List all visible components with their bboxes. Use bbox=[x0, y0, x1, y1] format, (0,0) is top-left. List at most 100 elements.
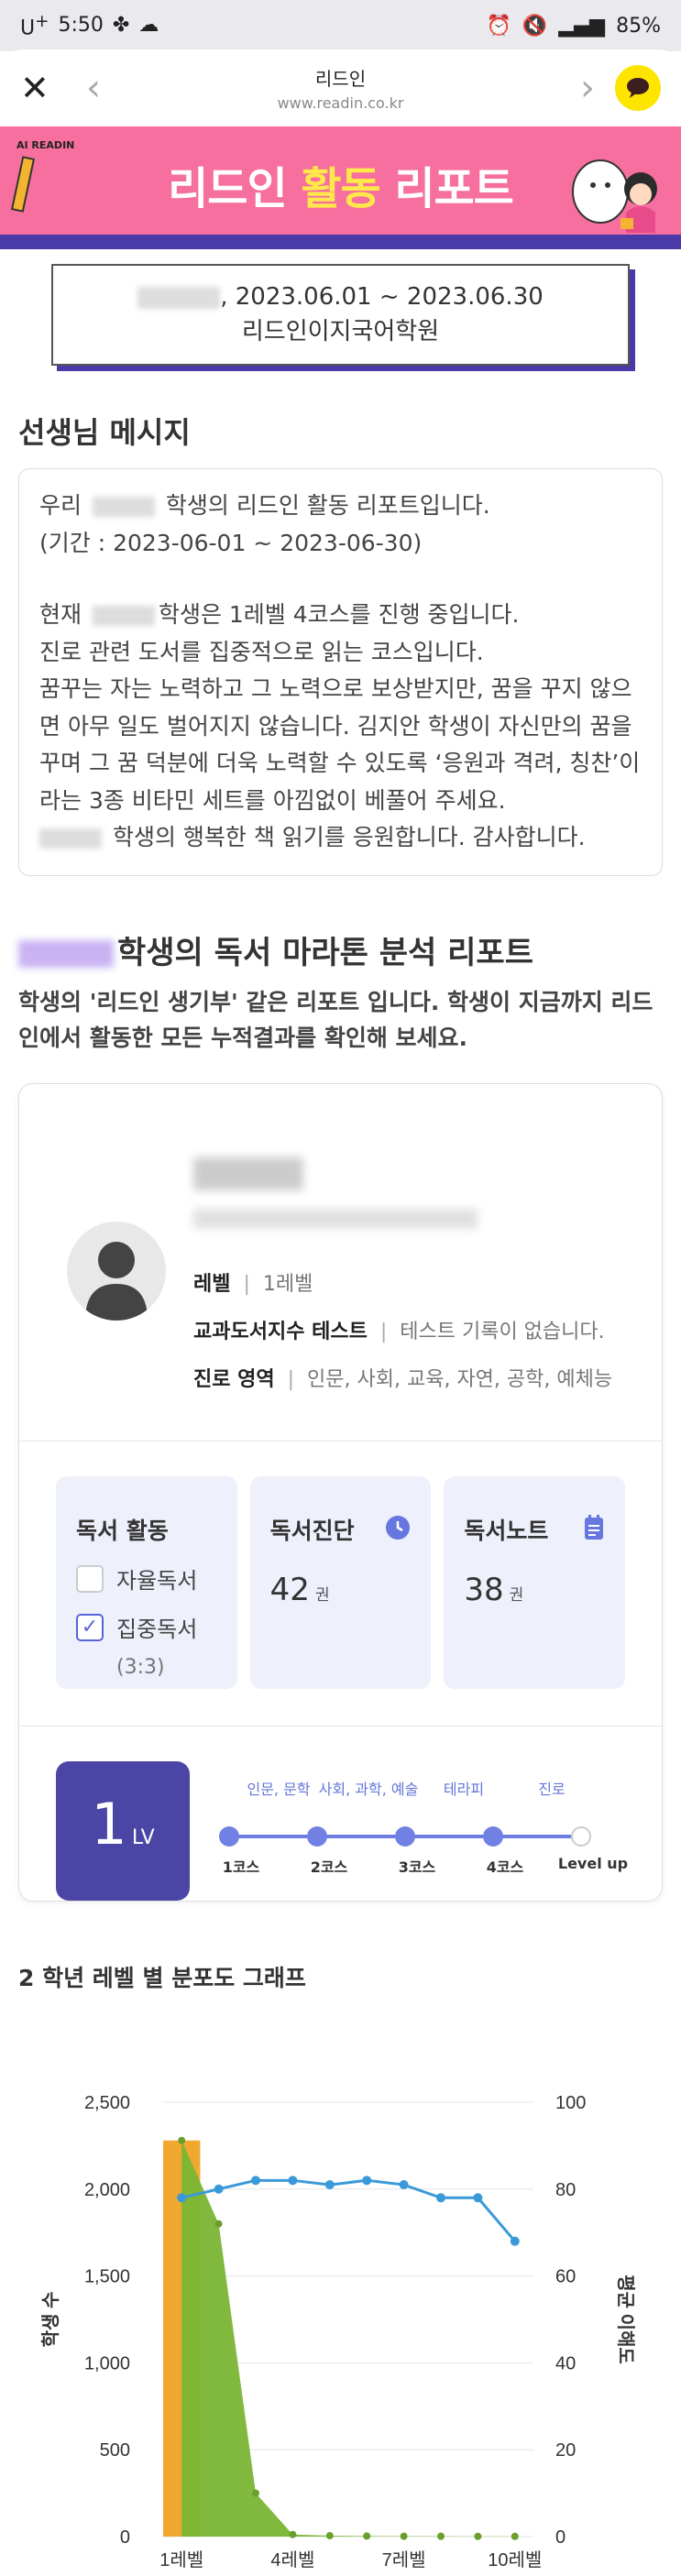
signal-icon: ▂▄▆ bbox=[558, 14, 606, 38]
student-count-point bbox=[214, 2220, 223, 2228]
course-dot bbox=[395, 1826, 415, 1847]
level-row: 레벨 | 1레벨 bbox=[193, 1273, 313, 1297]
report-info-box: , 2023.06.01 ~ 2023.06.30 리드인이지국어학원 bbox=[51, 264, 630, 367]
x-tick-label: 7레벨 bbox=[382, 2549, 426, 2571]
y2-axis-label: 평균 이해도 bbox=[615, 2275, 636, 2364]
reading-ratio: (3:3) bbox=[116, 1656, 165, 1680]
course-label: Level up bbox=[557, 1855, 629, 1873]
battery-level: 85% bbox=[616, 14, 661, 38]
marathon-subtitle: 학생의 '리드인 생기부' 같은 리포트 입니다. 학생이 지금까지 리드인에서… bbox=[18, 988, 654, 1051]
student-count-area bbox=[181, 2140, 515, 2537]
student-name-blur bbox=[193, 1157, 303, 1191]
message-body: 꿈꾸는 자는 노력하고 그 노력으로 보상받지만, 꿈을 꾸지 않으면 아무 일… bbox=[39, 675, 641, 814]
course-label: 1코스 bbox=[222, 1858, 260, 1877]
level-up-dot bbox=[571, 1826, 591, 1847]
y-tick-label: 500 bbox=[100, 2440, 130, 2461]
page-title-box: 리드인 www.readin.co.kr bbox=[121, 64, 560, 112]
student-name-blur bbox=[137, 286, 221, 309]
student-count-point bbox=[437, 2532, 445, 2540]
student-school-blur bbox=[193, 1209, 478, 1230]
reading-activity-card: 독서 활동 자율독서 ✓ 집중독서 (3:3) bbox=[56, 1476, 237, 1690]
y2-tick-label: 20 bbox=[555, 2440, 576, 2461]
back-icon[interactable]: ‹ bbox=[66, 67, 121, 109]
report-period: , 2023.06.01 ~ 2023.06.30 bbox=[220, 283, 544, 311]
mascot-illustration bbox=[572, 159, 657, 233]
y-tick-label: 2,000 bbox=[84, 2180, 130, 2200]
student-count-point bbox=[178, 2136, 186, 2144]
student-name-blur bbox=[39, 828, 102, 850]
y2-tick-label: 0 bbox=[555, 2527, 566, 2548]
y2-tick-label: 40 bbox=[555, 2353, 576, 2373]
avg-understanding-point bbox=[177, 2193, 187, 2203]
progress-track bbox=[219, 1826, 591, 1847]
clock-icon bbox=[385, 1515, 411, 1544]
student-name-blur bbox=[92, 497, 155, 518]
course-label: 2코스 bbox=[310, 1858, 348, 1877]
reading-report-card: 레벨 | 1레벨 교과도서지수 테스트 | 테스트 기록이 없습니다. 진로 영역 | 인문… bbox=[18, 1083, 663, 1902]
clover-icon: ✤ bbox=[112, 14, 130, 38]
note-count: 38 bbox=[464, 1572, 504, 1609]
student-count-point bbox=[325, 2532, 334, 2540]
student-count-point bbox=[400, 2532, 408, 2540]
test-row: 교과도서지수 테스트 | 테스트 기록이 없습니다. bbox=[193, 1321, 605, 1344]
notepad-icon bbox=[583, 1515, 605, 1544]
career-row: 진로 영역 | 인문, 사회, 교육, 자연, 공학, 예체능 bbox=[193, 1368, 613, 1392]
avatar bbox=[67, 1222, 166, 1321]
student-count-point bbox=[252, 2489, 259, 2497]
forward-icon[interactable]: › bbox=[560, 67, 615, 109]
y2-tick-label: 60 bbox=[555, 2267, 576, 2287]
student-name-blur bbox=[92, 606, 155, 627]
avg-understanding-point bbox=[399, 2180, 409, 2190]
cloud-icon: ☁ bbox=[138, 14, 159, 38]
reading-note-card: 독서노트 38 권 bbox=[444, 1476, 626, 1690]
student-count-point bbox=[511, 2532, 519, 2540]
student-count-point bbox=[363, 2532, 371, 2540]
chat-bubble-icon bbox=[627, 78, 649, 98]
student-count-point bbox=[289, 2530, 297, 2538]
checkbox-checked-icon: ✓ bbox=[76, 1613, 104, 1641]
person-icon bbox=[85, 1242, 148, 1321]
topic-label: 인문, 문학 bbox=[247, 1781, 311, 1799]
avg-understanding-point bbox=[510, 2236, 520, 2246]
teacher-message-heading: 선생님 메시지 bbox=[18, 415, 191, 451]
student-profile: 레벨 | 1레벨 교과도서지수 테스트 | 테스트 기록이 없습니다. 진로 영역 | 인문… bbox=[19, 1084, 662, 1442]
y-axis-label: 학생 수 bbox=[40, 2292, 61, 2348]
student-name-blur bbox=[18, 940, 114, 969]
y-tick-label: 2,500 bbox=[84, 2093, 130, 2113]
level-progress: 1 LV 인문, 문학 사회, 과학, 예술 테라피 진로 1코스 2코스 3코… bbox=[19, 1726, 662, 1902]
page-url: www.readin.co.kr bbox=[277, 94, 404, 112]
y2-tick-label: 80 bbox=[555, 2180, 576, 2200]
close-icon[interactable]: ✕ bbox=[20, 68, 66, 108]
teacher-message-box: 우리 학생의 리드인 활동 리포트입니다. (기간 : 2023-06-01 ~… bbox=[18, 468, 663, 876]
avg-understanding-point bbox=[362, 2176, 372, 2186]
course-label: 4코스 bbox=[486, 1858, 524, 1877]
diagnosis-count: 42 bbox=[269, 1572, 310, 1609]
focus-reading-checkbox[interactable]: ✓ 집중독서 bbox=[76, 1611, 217, 1643]
topic-label: 테라피 bbox=[443, 1781, 485, 1799]
avg-understanding-point bbox=[324, 2180, 335, 2190]
report-banner: AI READIN 리드인 활동 리포트 bbox=[0, 126, 681, 249]
browser-toolbar: ✕ ‹ 리드인 www.readin.co.kr › bbox=[0, 49, 681, 126]
y-tick-label: 0 bbox=[120, 2527, 130, 2548]
course-dot bbox=[219, 1826, 239, 1847]
avg-understanding-point bbox=[251, 2176, 260, 2186]
course-dot bbox=[307, 1826, 327, 1847]
y2-tick-label: 100 bbox=[555, 2093, 586, 2113]
graph-title: 2 학년 레벨 별 분포도 그래프 bbox=[18, 1965, 306, 1992]
y-tick-label: 1,000 bbox=[84, 2353, 130, 2373]
y-tick-label: 1,500 bbox=[84, 2267, 130, 2287]
mute-icon: 🔇 bbox=[522, 14, 548, 38]
avg-understanding-point bbox=[473, 2193, 483, 2203]
clock: 5:50 bbox=[58, 14, 104, 38]
level-distribution-chart: 0 500 1,000 1,500 2,000 2,500 0 20 40 60 80 100 1레벨 4… bbox=[40, 2093, 636, 2571]
x-tick-label: 1레벨 bbox=[159, 2549, 203, 2571]
kakao-share-button[interactable] bbox=[615, 65, 661, 111]
status-bar: U+ 5:50 ✤ ☁ ⏰ 🔇 ▂▄▆ 85% bbox=[0, 0, 681, 51]
reading-stats: 독서 활동 자율독서 ✓ 집중독서 (3:3) 독서진단 42 권 독서노트 38 권 bbox=[19, 1441, 662, 1727]
academy-name: 리드인이지국어학원 bbox=[241, 317, 440, 345]
topic-label: 사회, 과학, 예술 bbox=[318, 1781, 419, 1799]
checkbox-empty-icon bbox=[76, 1564, 104, 1593]
level-badge: 1 LV bbox=[56, 1761, 190, 1902]
self-reading-checkbox[interactable]: 자율독서 bbox=[76, 1562, 217, 1595]
avg-understanding-point bbox=[288, 2176, 298, 2186]
